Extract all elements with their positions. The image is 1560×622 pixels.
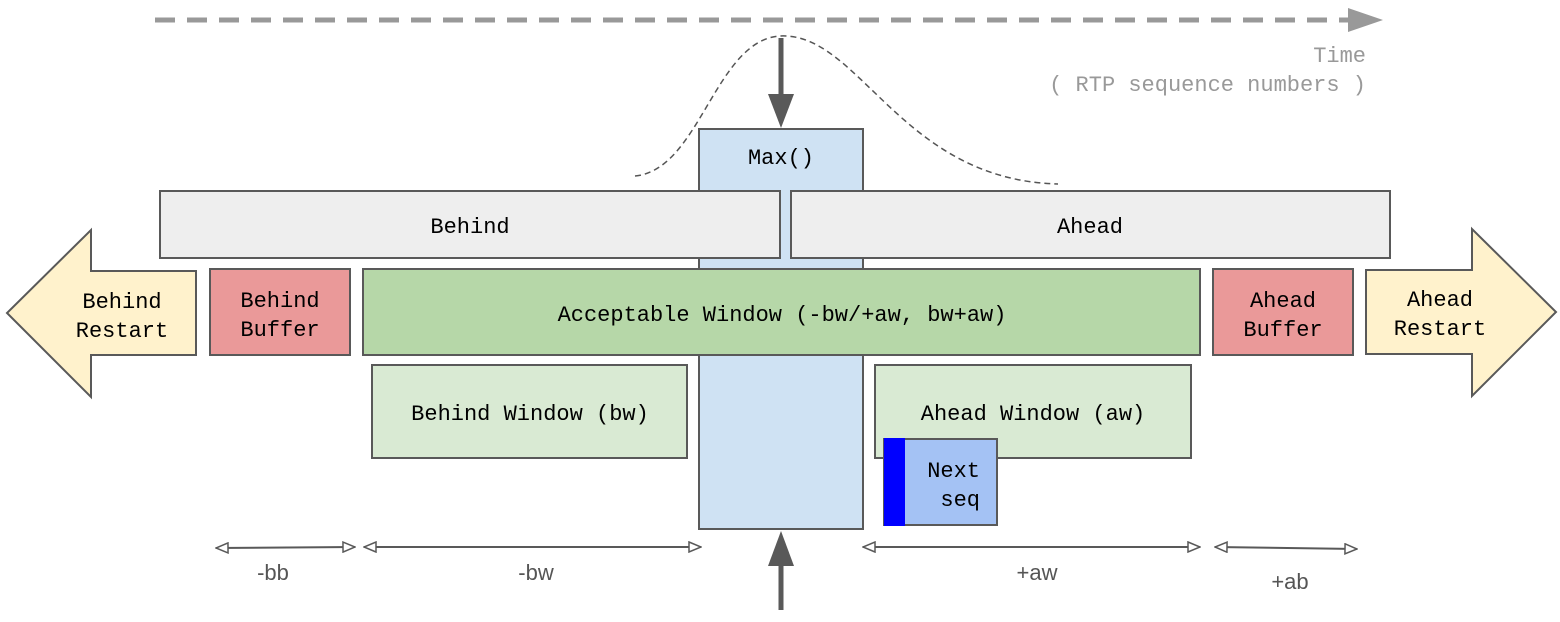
next-seq-marker: [884, 438, 905, 526]
behind-restart-label-2: Restart: [76, 319, 168, 344]
behind-buffer-label: Behind: [240, 289, 319, 314]
jitter-buffer-diagram: Time ( RTP sequence numbers ) Max() Behi…: [5, 8, 1558, 610]
bottom-up-arrowhead: [768, 531, 794, 566]
ahead-label: Ahead: [1057, 215, 1123, 240]
behind-label: Behind: [430, 215, 509, 240]
ahead-window-label: Ahead Window (aw): [921, 402, 1145, 427]
ab-label: +ab: [1271, 569, 1308, 594]
behind-buffer-label-2: Buffer: [240, 318, 319, 343]
next-seq-label: Next: [927, 459, 980, 484]
ahead-restart-label-2: Restart: [1394, 317, 1486, 342]
ahead-buffer-label-2: Buffer: [1243, 318, 1322, 343]
ahead-buffer-label: Ahead: [1250, 289, 1316, 314]
time-axis-arrowhead: [1348, 8, 1383, 32]
behind-restart-label: Behind: [82, 290, 161, 315]
aw-label: +aw: [1017, 560, 1058, 585]
bw-label: -bw: [518, 560, 554, 585]
bb-label: -bb: [257, 560, 289, 585]
acceptable-window-label: Acceptable Window (-bw/+aw, bw+aw): [558, 303, 1007, 328]
ahead-restart-label: Ahead: [1407, 288, 1473, 313]
next-seq-label-2: seq: [940, 488, 980, 513]
time-sublabel: ( RTP sequence numbers ): [1049, 73, 1366, 98]
bb-dimension: [216, 547, 355, 548]
max-down-arrowhead: [768, 94, 794, 128]
ab-dimension: [1215, 547, 1357, 549]
max-label: Max(): [748, 146, 814, 171]
time-label: Time: [1313, 44, 1366, 69]
behind-window-label: Behind Window (bw): [411, 402, 649, 427]
